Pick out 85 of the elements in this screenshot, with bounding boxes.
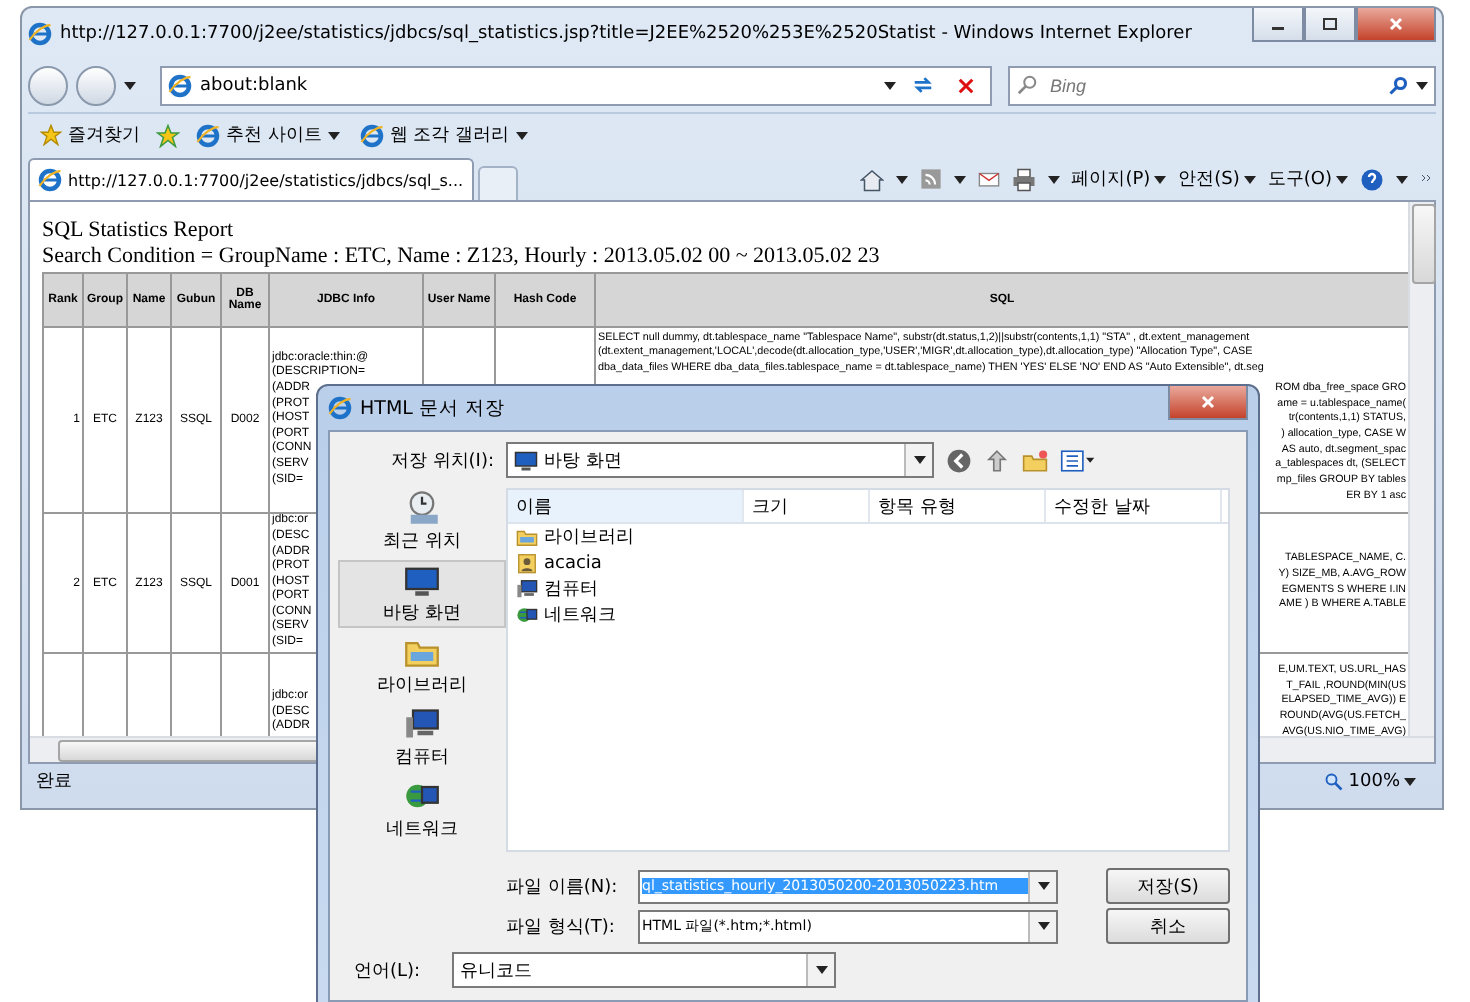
cancel-button[interactable]: 취소	[1106, 908, 1230, 944]
caret-icon	[1154, 175, 1167, 183]
status-text: 완료	[36, 770, 72, 794]
command-menu[interactable]: 도구(O)	[1267, 166, 1348, 192]
search-field[interactable]: Bing	[1008, 65, 1436, 105]
vertical-scrollbar[interactable]	[1408, 202, 1434, 736]
caret-icon	[1396, 175, 1408, 183]
star-icon	[40, 124, 62, 146]
back-icon[interactable]	[946, 447, 972, 473]
folder-icon	[516, 526, 538, 548]
place-item[interactable]: 바탕 화면	[338, 560, 506, 628]
ie-logo-icon	[359, 123, 384, 147]
chevron-icon[interactable]	[1420, 171, 1436, 187]
stop-icon	[956, 75, 976, 95]
user-folder-icon	[516, 552, 538, 574]
field-label: 언어(L):	[354, 959, 421, 983]
caret-icon	[1037, 922, 1049, 930]
ie-logo-icon	[38, 168, 62, 192]
home-icon[interactable]	[859, 167, 884, 191]
computer-icon	[516, 578, 538, 600]
network-globe-icon	[516, 604, 538, 626]
maximize-icon	[1322, 16, 1338, 32]
column-header[interactable]: 크기	[744, 490, 870, 522]
column-header[interactable]: 수정한 날짜	[1046, 490, 1222, 522]
place-item[interactable]: 네트워크	[338, 776, 506, 844]
field-label: 파일 형식(T):	[506, 915, 617, 939]
search-input[interactable]: Bing	[1046, 73, 1380, 97]
close-button[interactable]	[1168, 386, 1248, 420]
help-icon[interactable]	[1360, 167, 1384, 191]
clock-icon	[404, 490, 440, 526]
caret-icon	[895, 175, 908, 183]
favorites-link[interactable]: 추천 사이트	[192, 122, 344, 148]
refresh-icon	[911, 74, 933, 96]
computer-icon	[404, 706, 440, 742]
caret-icon	[124, 81, 136, 89]
report-title: SQL Statistics Report	[42, 218, 236, 244]
column-header[interactable]: 항목 유형	[870, 490, 1046, 522]
close-icon	[1200, 394, 1216, 410]
up-folder-icon[interactable]	[984, 447, 1010, 473]
forward-button[interactable]	[76, 65, 116, 105]
minimize-button[interactable]	[1252, 8, 1304, 42]
save-button[interactable]: 저장(S)	[1106, 868, 1230, 904]
close-icon	[1388, 16, 1404, 32]
add-favorite-icon[interactable]	[156, 123, 180, 147]
ie-logo-icon	[168, 73, 192, 97]
column-header[interactable]: 이름	[508, 490, 744, 522]
address-bar[interactable]: about:blank	[160, 65, 992, 105]
zoom-button[interactable]: 100%	[1312, 769, 1428, 793]
ie-logo-icon	[196, 123, 220, 147]
magnifier-icon	[1324, 771, 1345, 791]
favorites-link[interactable]: 웹 조각 갤러리	[355, 122, 532, 148]
maximize-button[interactable]	[1304, 8, 1356, 42]
search-condition: Search Condition = GroupName : ETC, Name : Z123, Hourly : 2013.05.02 00 ~ 2013.05.02 23	[42, 244, 882, 270]
mail-icon[interactable]	[977, 168, 1000, 190]
caret-icon	[327, 131, 340, 139]
field-label: 파일 이름(N):	[506, 875, 620, 899]
caret-icon	[1404, 777, 1416, 785]
search-icon[interactable]	[1388, 75, 1408, 95]
browser-tab[interactable]: http://127.0.0.1:7700/j2ee/statistics/jdbcs/sql_s...	[28, 158, 474, 200]
feed-icon[interactable]	[919, 168, 942, 190]
caret-icon	[815, 966, 828, 974]
language-dropdown[interactable]: 유니코드	[452, 952, 837, 988]
caret-icon	[1243, 175, 1256, 183]
caret-icon	[1047, 175, 1060, 183]
back-button[interactable]	[28, 65, 68, 105]
location-dropdown[interactable]: 바탕 화면	[506, 442, 934, 478]
caret-icon	[913, 456, 925, 464]
caret-icon	[515, 131, 528, 139]
window-title: http://127.0.0.1:7700/j2ee/statistics/jdbcs/sql_statistics.jsp?title=J2EE%2520%253E%2520Statist - Windows Internet Explorer	[60, 23, 1194, 43]
printer-icon[interactable]	[1011, 167, 1036, 191]
caret-icon	[1037, 882, 1049, 890]
ie-logo-icon	[328, 396, 352, 420]
search-icon	[1016, 74, 1038, 96]
view-menu-icon[interactable]	[1060, 447, 1096, 473]
monitor-icon	[404, 562, 440, 598]
caret-icon	[1416, 81, 1428, 89]
command-menu[interactable]: 안전(S)	[1178, 166, 1256, 192]
ie-logo-icon	[28, 21, 52, 45]
caret-icon	[884, 81, 896, 89]
favorites-button[interactable]: 즐겨찾기	[36, 122, 144, 148]
caret-icon	[953, 175, 966, 183]
caret-icon	[1336, 175, 1348, 183]
monitor-icon	[514, 448, 538, 472]
new-folder-icon[interactable]	[1022, 447, 1048, 473]
command-menu[interactable]: 페이지(P)	[1071, 166, 1167, 192]
